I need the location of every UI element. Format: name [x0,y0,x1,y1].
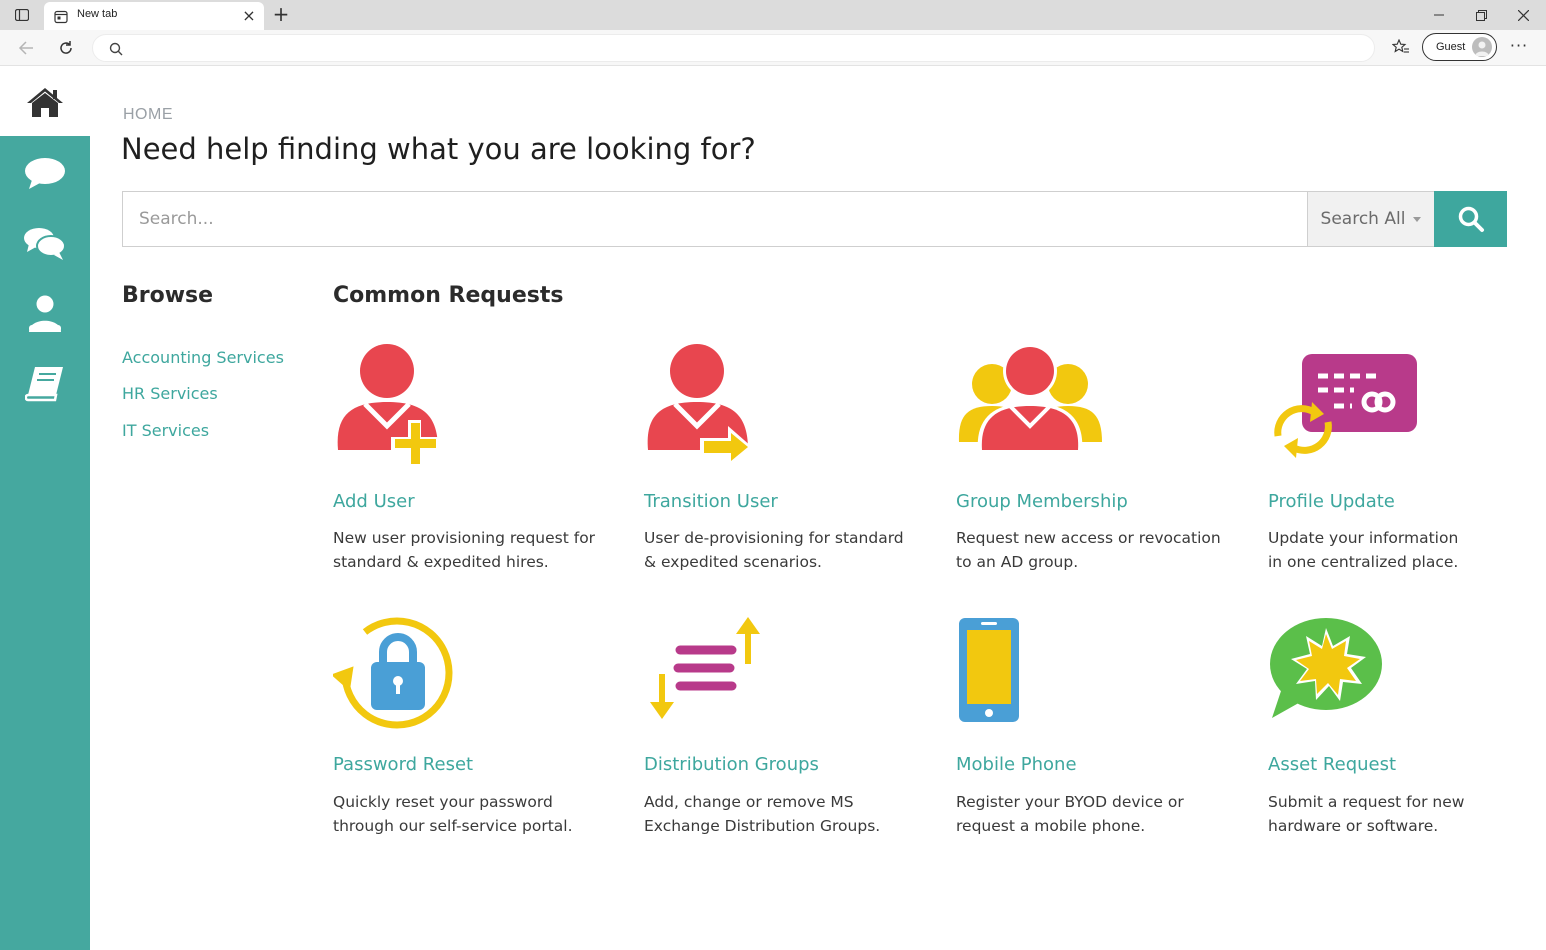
description-line: Register your BYOD device or [956,793,1184,811]
request-card-distribution-groups: Distribution Groups Add, change or remov… [644,612,934,862]
page-title: Need help finding what you are looking f… [121,132,756,166]
browser-tab[interactable]: New tab × [44,2,264,30]
description-line: Exchange Distribution Groups. [644,817,881,835]
browser-tab-bar: New tab × + [0,0,1546,30]
caret-down-icon [1413,216,1422,222]
favorites-icon[interactable] [1390,36,1412,58]
description-line: request a mobile phone. [956,817,1146,835]
mobile-phone-icon[interactable] [956,612,1086,742]
search-input[interactable] [122,191,1308,247]
description-line: Request new access or revocation [956,529,1221,547]
browser-toolbar: Guest ··· [0,30,1546,66]
sidebar-item-conversations[interactable] [0,214,90,274]
description-line: & expedited scenarios. [644,553,822,571]
request-card-add-user: Add User New user provisioning request f… [333,340,623,590]
search-button[interactable] [1434,191,1507,247]
request-card-password-reset: Password Reset Quickly reset your passwo… [330,612,623,862]
address-bar[interactable] [92,34,1375,62]
more-options-icon[interactable]: ··· [1508,36,1530,58]
search-icon [1458,206,1484,232]
description-line: standard & expedited hires. [333,553,549,571]
new-tab-button[interactable]: + [270,4,292,26]
profile-update-icon[interactable] [1268,340,1417,470]
tab-actions-icon[interactable] [12,6,32,24]
back-icon[interactable] [14,36,38,60]
search-scope-dropdown[interactable]: Search All [1307,191,1435,247]
search-bar: Search All [122,191,1507,247]
browse-heading: Browse [122,283,214,308]
sidebar-item-profile[interactable] [0,284,90,344]
close-window-icon[interactable] [1508,4,1538,26]
description-line: User de-provisioning for standard [644,529,904,547]
request-description: New user provisioning request for standa… [333,526,618,574]
request-title[interactable]: Asset Request [1268,754,1396,775]
search-scope-label: Search All [1320,209,1406,229]
request-description: Update your information in one centraliz… [1268,526,1546,574]
tab-title: New tab [77,8,118,20]
description-line: in one centralized place. [1268,553,1459,571]
sidebar-item-knowledge[interactable] [0,354,90,414]
request-title[interactable]: Distribution Groups [644,754,819,775]
description-line: hardware or software. [1268,817,1439,835]
description-line: Add, change or remove MS [644,793,854,811]
profile-button[interactable]: Guest [1422,33,1497,61]
request-card-transition-user: Transition User User de-provisioning for… [644,340,934,590]
request-card-profile-update: Profile Update Update your information i… [1268,340,1546,590]
app-sidebar [0,67,90,950]
request-title[interactable]: Profile Update [1268,491,1395,512]
book-icon [25,367,63,402]
description-line: through our self-service portal. [333,817,573,835]
group-membership-icon[interactable] [956,340,1102,470]
add-user-icon[interactable] [333,340,463,470]
close-tab-icon[interactable]: × [240,7,258,25]
request-title[interactable]: Add User [333,491,415,512]
distribution-groups-icon[interactable] [644,612,774,742]
transition-user-icon[interactable] [644,340,774,470]
chat-icon [25,158,65,189]
request-title[interactable]: Group Membership [956,491,1128,512]
description-line: New user provisioning request for [333,529,596,547]
profile-label: Guest [1436,41,1466,53]
request-title[interactable]: Transition User [644,491,778,512]
sidebar-item-chat[interactable] [0,144,90,204]
description-line: to an AD group. [956,553,1079,571]
user-icon [29,295,61,332]
search-icon [109,41,125,57]
sidebar-item-home[interactable] [0,67,90,136]
reload-icon[interactable] [54,36,78,60]
request-description: Add, change or remove MS Exchange Distri… [644,790,929,838]
browse-link-it[interactable]: IT Services [122,421,209,440]
asset-request-icon[interactable] [1268,612,1398,742]
breadcrumb[interactable]: HOME [123,106,173,124]
request-description: Register your BYOD device or request a m… [956,790,1241,838]
avatar-icon [1472,37,1492,57]
request-description: Request new access or revocation to an A… [956,526,1241,574]
common-requests-heading: Common Requests [333,283,564,308]
request-card-mobile-phone: Mobile Phone Register your BYOD device o… [956,612,1246,862]
description-line: Submit a request for new [1268,793,1465,811]
description-line: Update your information [1268,529,1459,547]
restore-icon[interactable] [1466,4,1496,26]
browse-link-hr[interactable]: HR Services [122,384,218,403]
request-description: Quickly reset your password through our … [333,790,618,838]
new-tab-icon [54,9,68,24]
request-title[interactable]: Password Reset [333,754,473,775]
request-card-group-membership: Group Membership Request new access or r… [956,340,1246,590]
description-line: Quickly reset your password [333,793,553,811]
request-card-asset-request: Asset Request Submit a request for new h… [1268,612,1546,862]
minimize-icon[interactable] [1424,4,1454,26]
comments-icon [24,228,66,260]
home-icon [27,87,63,117]
request-description: Submit a request for new hardware or sof… [1268,790,1546,838]
request-description: User de-provisioning for standard & expe… [644,526,929,574]
browse-link-accounting[interactable]: Accounting Services [122,348,284,367]
password-reset-icon[interactable] [330,612,463,742]
request-title[interactable]: Mobile Phone [956,754,1077,775]
